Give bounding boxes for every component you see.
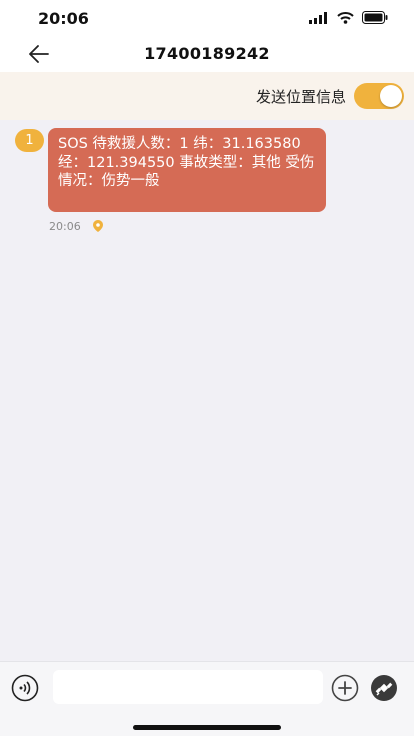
status-bar: 20:06 <box>0 0 414 36</box>
add-circle-icon <box>331 674 359 702</box>
sos-message-bubble[interactable]: SOS 待救援人数：1 纬：31.163580 经：121.394550 事故类… <box>48 128 326 212</box>
message-input[interactable] <box>53 670 323 704</box>
unread-badge: 1 <box>15 129 44 152</box>
add-button[interactable] <box>331 674 359 702</box>
status-time: 20:06 <box>38 9 89 28</box>
voice-icon <box>11 674 39 702</box>
send-location-toggle[interactable] <box>354 83 404 109</box>
nav-bar: 17400189242 <box>0 36 414 72</box>
home-indicator <box>133 725 281 730</box>
signal-icon <box>309 9 329 28</box>
wifi-icon <box>337 9 354 28</box>
message-time: 20:06 <box>49 219 81 233</box>
message-meta: 20:06 <box>49 219 103 233</box>
location-pin-icon[interactable] <box>92 220 103 232</box>
toggle-knob <box>380 85 402 107</box>
battery-icon <box>362 9 388 28</box>
location-bar: 发送位置信息 <box>0 72 414 120</box>
satellite-icon <box>371 675 397 701</box>
send-location-label: 发送位置信息 <box>255 88 346 106</box>
satellite-button[interactable] <box>370 674 398 702</box>
page-title: 17400189242 <box>144 44 270 63</box>
status-icons <box>309 9 388 28</box>
voice-button[interactable] <box>11 674 39 702</box>
